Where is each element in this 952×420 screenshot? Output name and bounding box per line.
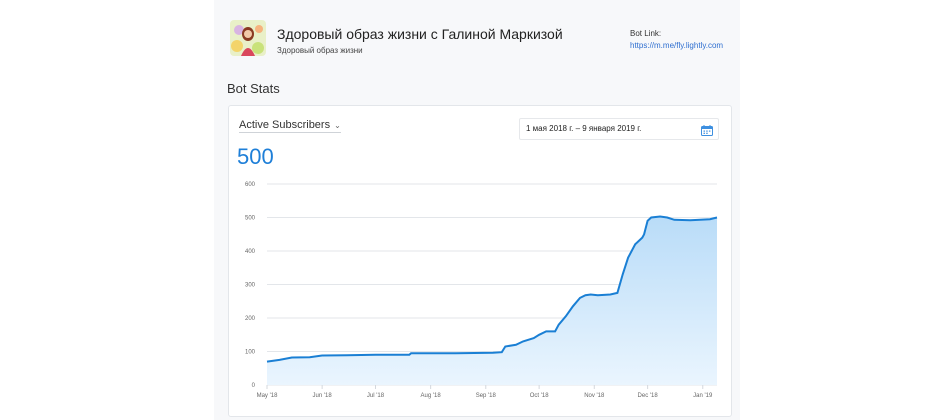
bot-link-label: Bot Link: (630, 29, 662, 38)
x-tick-label-6: Nov '18 (584, 393, 605, 399)
x-tick-label-4: Sep '18 (476, 393, 497, 399)
bot-header: Здоровый образ жизни с Галиной Маркизой … (230, 20, 730, 60)
x-tick-label-1: Jun '18 (313, 393, 333, 399)
stats-card: Active Subscribers ⌄ 1 мая 2018 г. – 9 ян… (228, 105, 732, 417)
metric-label: Active Subscribers (239, 119, 331, 131)
date-range-picker[interactable]: 1 мая 2018 г. – 9 января 2019 г. (519, 118, 719, 140)
y-tick-label-0: 0 (252, 383, 256, 389)
x-tick-label-0: May '18 (257, 393, 278, 399)
metric-dropdown[interactable]: Active Subscribers ⌄ (239, 119, 341, 133)
chart-area-fill (267, 216, 717, 385)
subscribers-chart: 0 100 200 300 400 500 600 May '18 Jun '18 Jul '18… (245, 182, 718, 399)
y-tick-label-300: 300 (245, 283, 256, 289)
y-tick-label-200: 200 (245, 316, 256, 322)
x-tick-label-5: Oct '18 (530, 393, 549, 399)
x-tick-label-7: Dec '18 (638, 393, 659, 399)
active-subscribers-count: 500 (237, 144, 274, 169)
y-tick-label-600: 600 (245, 182, 256, 188)
y-tick-label-400: 400 (245, 249, 256, 255)
chevron-down-icon: ⌄ (334, 121, 341, 130)
x-tick-label-3: Aug '18 (421, 393, 442, 399)
avatar (230, 20, 266, 56)
date-range-text: 1 мая 2018 г. – 9 января 2019 г. (526, 124, 642, 133)
x-tick-label-2: Jul '18 (367, 393, 385, 399)
y-tick-label-500: 500 (245, 216, 256, 222)
avatar-image (230, 20, 266, 56)
bot-name: Здоровый образ жизни с Галиной Маркизой (277, 26, 563, 42)
calendar-icon (701, 123, 713, 141)
y-tick-label-100: 100 (245, 350, 256, 356)
bot-link[interactable]: https://m.me/fly.lightly.com (630, 41, 723, 50)
page-background: Здоровый образ жизни с Галиной Маркизой … (214, 0, 740, 420)
x-tick-label-8: Jan '19 (693, 393, 713, 399)
bot-subtitle: Здоровый образ жизни (277, 46, 363, 55)
section-title: Bot Stats (227, 81, 280, 96)
